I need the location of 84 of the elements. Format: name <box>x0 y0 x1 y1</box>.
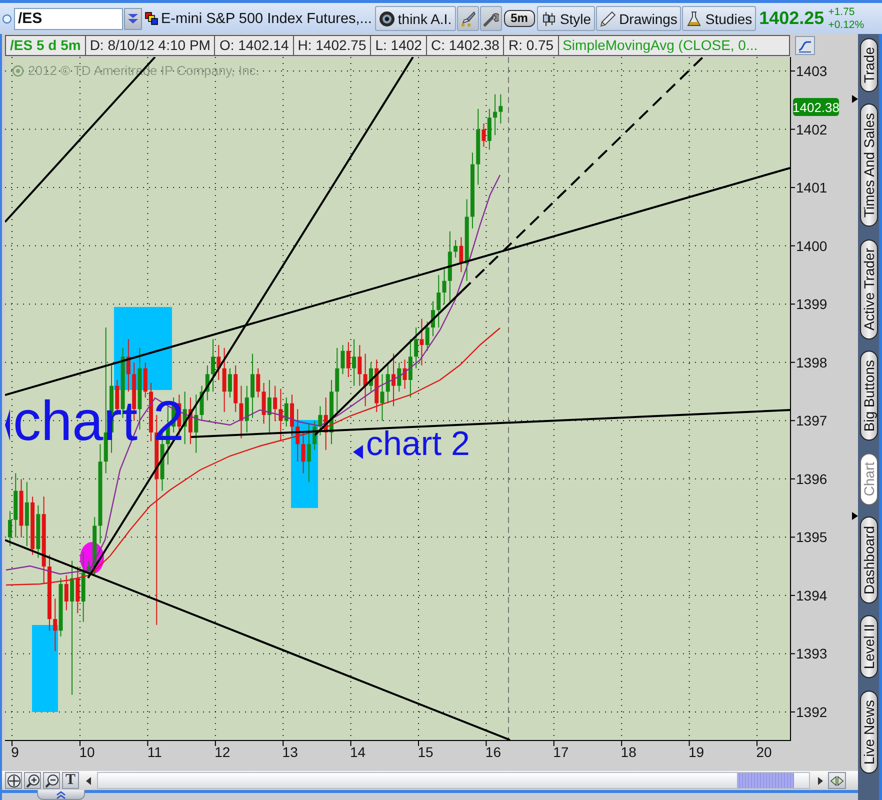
price-label: 1392 <box>796 704 828 720</box>
zoom-in-icon <box>26 774 40 788</box>
panel-toggle-tab[interactable] <box>37 790 85 800</box>
think-button[interactable]: think A.I. <box>374 6 456 31</box>
price-label: 1395 <box>796 529 828 546</box>
last-price: 1402.25 <box>759 8 824 29</box>
dropdown-button[interactable] <box>124 8 142 30</box>
side-tab[interactable]: Big Buttons <box>860 351 878 441</box>
time-label: 17 <box>553 744 569 760</box>
double-triangle-icon <box>830 774 844 788</box>
crosshair-button[interactable] <box>5 772 22 789</box>
double-chevron-up-icon <box>56 790 66 800</box>
price-label: 1394 <box>796 587 828 604</box>
side-tab[interactable]: Level II <box>860 615 878 679</box>
quote-value: L: 1402 <box>371 36 427 55</box>
side-tab[interactable]: Live News <box>860 690 878 774</box>
triangle-marker-icon <box>353 445 363 459</box>
zoom-in-button[interactable] <box>24 772 41 789</box>
aggregation-button[interactable]: 5m <box>504 10 535 27</box>
price-label: 1393 <box>796 646 828 662</box>
instrument-description: E-mini S&P 500 Index Futures,... <box>161 10 372 26</box>
fit-button[interactable] <box>828 772 846 789</box>
style-button[interactable]: Style <box>536 6 596 31</box>
brush-icon <box>460 10 476 26</box>
time-label: 9 <box>11 744 19 760</box>
side-tab[interactable]: Trade <box>860 38 878 92</box>
quote-value: D: 8/10/12 4:10 PM <box>86 36 216 55</box>
flask-icon <box>686 10 702 26</box>
time-label: 13 <box>282 744 298 760</box>
time-label: 20 <box>756 744 772 760</box>
price-label: 1400 <box>796 238 828 254</box>
quote-value: H: 1402.75 <box>294 36 372 55</box>
zoom-out-icon <box>44 774 58 788</box>
curve-icon <box>798 38 812 52</box>
pencil-icon <box>600 10 616 26</box>
triangle-pointer-icon <box>852 512 858 520</box>
symbol-field[interactable]: /ES <box>14 8 123 30</box>
net-change: +1.75 <box>828 6 856 18</box>
scrollbar-thumb[interactable] <box>737 773 794 788</box>
time-label: 10 <box>79 744 95 760</box>
study-overlay-button[interactable] <box>795 36 815 55</box>
lens-icon <box>378 10 395 26</box>
triangle-marker-icon <box>5 409 10 441</box>
wrench-button[interactable] <box>480 6 502 31</box>
side-tab[interactable]: Active Trader <box>860 238 878 340</box>
side-tab[interactable]: Dashboard <box>860 516 878 604</box>
time-label: 19 <box>688 744 704 760</box>
text-tool-button[interactable]: T <box>62 772 79 789</box>
brush-tool-button[interactable] <box>456 6 479 31</box>
price-label: 1397 <box>796 412 828 429</box>
wrench-icon <box>482 10 499 26</box>
crosshair-icon <box>6 774 20 788</box>
left-arrow-icon <box>85 776 93 784</box>
zoom-out-button[interactable] <box>43 772 60 789</box>
time-label: 15 <box>418 744 434 760</box>
time-label: 16 <box>485 744 501 760</box>
price-label: 1398 <box>796 354 828 370</box>
candlestick-icon <box>540 10 557 26</box>
price-label: 1402 <box>796 121 828 138</box>
side-tab[interactable]: Times And Sales <box>860 104 878 227</box>
price-label: 1396 <box>796 470 828 487</box>
quote-value: C: 1402.38 <box>426 36 504 55</box>
triangle-pointer-icon <box>852 95 858 103</box>
drawings-button[interactable]: Drawings <box>596 6 682 31</box>
status-circle-icon <box>2 14 12 24</box>
price-label: 1403 <box>796 63 828 79</box>
percent-change: +0.12% <box>828 18 864 32</box>
quote-value: O: 1402.14 <box>215 36 294 55</box>
chart-symbol-label: /ES 5 d 5m <box>6 36 86 55</box>
study-label: SimpleMovingAvg (CLOSE, 0... <box>562 36 759 55</box>
last-price-tag: 1402.38 <box>792 98 840 116</box>
time-label: 18 <box>620 744 636 760</box>
annotation-text: chart 2 <box>366 425 470 463</box>
right-arrow-icon <box>816 776 824 784</box>
price-label: 1399 <box>796 296 828 312</box>
squares-icon <box>145 12 158 25</box>
time-label: 14 <box>350 744 366 760</box>
price-label: 1401 <box>796 180 828 196</box>
circle-icon <box>13 66 23 76</box>
double-chevron-down-icon <box>127 12 139 24</box>
time-label: 11 <box>147 744 162 760</box>
studies-button[interactable]: Studies <box>682 6 756 31</box>
quote-value: R: 0.75 <box>504 36 559 55</box>
time-label: 12 <box>214 744 230 760</box>
